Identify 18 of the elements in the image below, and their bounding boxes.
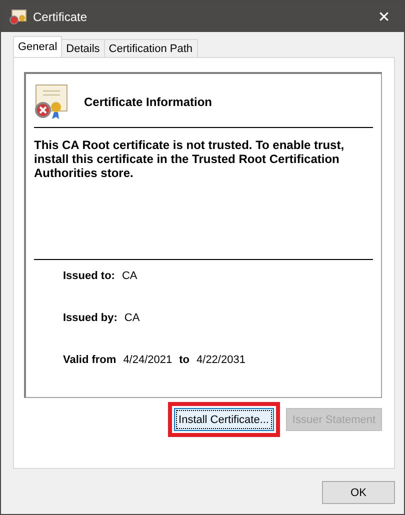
tab[interactable]: General	[13, 36, 62, 57]
field-label: Valid from	[63, 354, 116, 366]
close-button[interactable]: ✕	[364, 1, 404, 32]
tab[interactable]: Certification Path	[104, 39, 198, 57]
ok-button[interactable]: OK	[322, 481, 395, 504]
field-label: Issued by:	[63, 312, 118, 324]
field-label: Issued to:	[63, 270, 115, 282]
info-heading: Certificate Information	[84, 95, 212, 109]
window-title: Certificate	[33, 10, 88, 24]
field-value: CA	[122, 270, 138, 282]
trust-message: This CA Root certificate is not trusted. To enable trust, install this certificate in the Trusted Root Certification Authorities store.	[34, 138, 346, 180]
certificate-icon	[34, 84, 70, 120]
certificate-icon	[9, 8, 27, 24]
action-button[interactable]: Install Certificate...	[174, 408, 274, 431]
field-value: CA	[124, 312, 140, 324]
field-label: to	[179, 354, 190, 366]
field-value: 4/24/2021	[123, 354, 172, 366]
field-value: 4/22/2031	[196, 354, 246, 366]
